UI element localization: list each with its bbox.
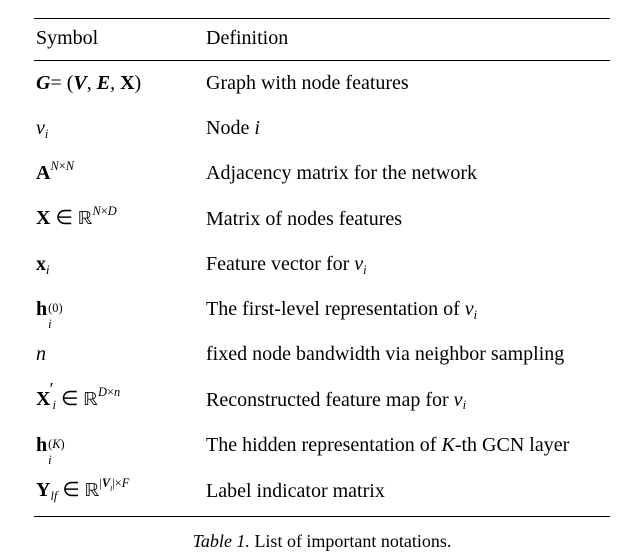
caption-label: Table 1. xyxy=(193,531,250,551)
header-row: Symbol Definition xyxy=(34,19,610,60)
symbol-cell: xi xyxy=(34,242,204,287)
definition-cell: Graph with node features xyxy=(204,61,610,106)
definition-cell: Feature vector for vi xyxy=(204,242,610,287)
definition-cell: Matrix of nodes features xyxy=(204,196,610,242)
table-row: xiFeature vector for vi xyxy=(34,242,610,287)
definition-cell: The first-level representation of vi xyxy=(204,287,610,332)
definition-cell: Node i xyxy=(204,106,610,151)
table-row: X′i ∈ ℝD×nReconstructed feature map for … xyxy=(34,377,610,423)
symbol-cell: vi xyxy=(34,106,204,151)
caption: Table 1. List of important notations. xyxy=(34,517,610,552)
symbol-cell: X′i ∈ ℝD×n xyxy=(34,377,204,423)
definition-cell: The hidden representation of K-th GCN la… xyxy=(204,423,610,468)
symbol-cell: h(0)i xyxy=(34,287,204,332)
table-row: AN×NAdjacency matrix for the network xyxy=(34,151,610,196)
symbol-cell: G= (V, E, X) xyxy=(34,61,204,106)
table-row: h(0)iThe first-level representation of v… xyxy=(34,287,610,332)
header-definition: Definition xyxy=(204,19,610,60)
symbol-cell: AN×N xyxy=(34,151,204,196)
symbol-cell: Ylf ∈ ℝ|Vl|×F xyxy=(34,468,204,514)
definition-cell: fixed node bandwidth via neighbor sampli… xyxy=(204,332,610,377)
table-row: G= (V, E, X)Graph with node features xyxy=(34,61,610,106)
header-symbol: Symbol xyxy=(34,19,204,60)
definition-cell: Label indicator matrix xyxy=(204,468,610,514)
symbol-cell: h(K)i xyxy=(34,423,204,468)
table-row: viNode i xyxy=(34,106,610,151)
table-row: X ∈ ℝN×DMatrix of nodes features xyxy=(34,196,610,242)
symbol-cell: X ∈ ℝN×D xyxy=(34,196,204,242)
notation-table: Symbol Definition G= (V, E, X)Graph with… xyxy=(34,19,610,514)
table-row: h(K)iThe hidden representation of K-th G… xyxy=(34,423,610,468)
caption-text: List of important notations. xyxy=(254,531,451,551)
table-row: Ylf ∈ ℝ|Vl|×FLabel indicator matrix xyxy=(34,468,610,514)
definition-cell: Reconstructed feature map for vi xyxy=(204,377,610,423)
table-row: nfixed node bandwidth via neighbor sampl… xyxy=(34,332,610,377)
page: Symbol Definition G= (V, E, X)Graph with… xyxy=(0,0,640,552)
symbol-cell: n xyxy=(34,332,204,377)
definition-cell: Adjacency matrix for the network xyxy=(204,151,610,196)
